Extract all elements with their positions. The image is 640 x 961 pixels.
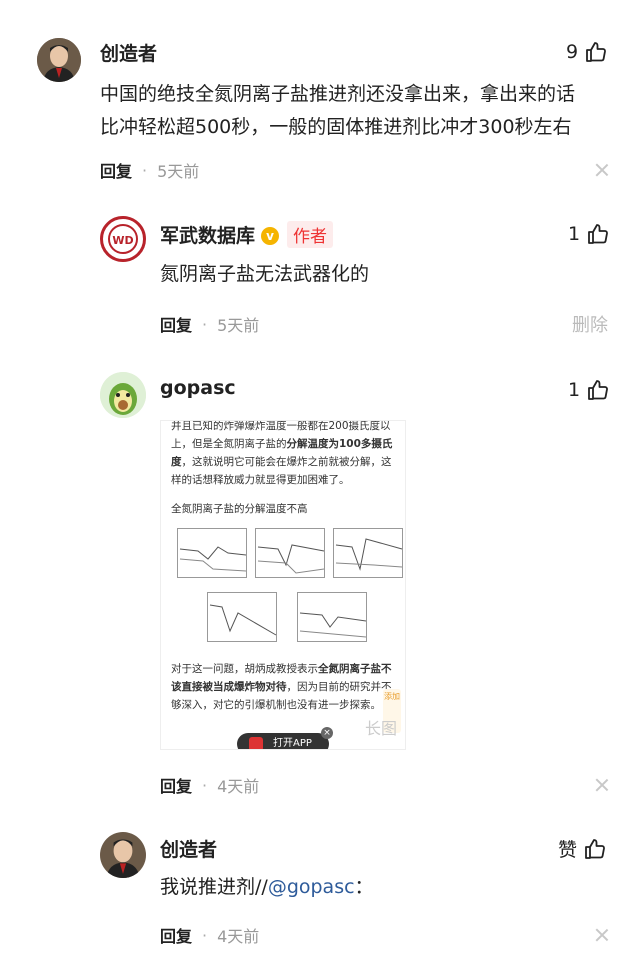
- close-icon[interactable]: [595, 778, 609, 792]
- commenter-name[interactable]: 军武数据库 v 作者: [160, 221, 334, 248]
- avatar[interactable]: WD: [100, 216, 146, 262]
- svg-text:WD: WD: [112, 234, 133, 247]
- mention-link[interactable]: @gopasc: [268, 876, 355, 898]
- like-count: 9: [566, 41, 579, 63]
- author-badge: 作者: [287, 221, 334, 248]
- image-paragraph: 对于这一问题，胡炳成教授表示全氮阴离子盐不该直接被当成爆炸物对待，因为目前的研究…: [171, 663, 392, 711]
- timestamp: 4天前: [217, 777, 260, 796]
- verified-icon: v: [261, 227, 280, 245]
- separator-dot: ·: [202, 775, 208, 795]
- avatar[interactable]: [100, 832, 146, 878]
- close-icon[interactable]: [595, 928, 609, 942]
- timestamp: 4天前: [217, 927, 260, 946]
- comment-meta: 回复 · 4天前: [160, 923, 259, 947]
- separator-dot: ·: [202, 925, 208, 945]
- comment-text: 氮阴离子盐无法武器化的: [160, 263, 370, 285]
- comment-meta: 回复 · 4天前: [160, 773, 259, 797]
- thumbs-up-icon: [588, 224, 608, 244]
- open-app-button[interactable]: 打开APP ×: [237, 727, 333, 749]
- avatar[interactable]: [37, 38, 81, 82]
- plot-panel: [333, 528, 403, 578]
- plot-panel: [207, 592, 277, 642]
- thumbs-up-icon: [588, 380, 608, 400]
- long-image-tag: 长图: [364, 719, 397, 738]
- like-label: 赞: [558, 839, 578, 861]
- comment-image[interactable]: 并且已知的炸弹爆炸温度一般都在200摄氏度以上，但是全氮阴离子盐的分解温度为10…: [160, 420, 406, 750]
- plot-panel: [297, 592, 367, 642]
- separator-dot: ·: [142, 160, 148, 180]
- comment-text: 我说推进剂//@gopasc：: [160, 876, 374, 898]
- plot-panel: [177, 528, 247, 578]
- comment-meta: 回复 · 5天前: [160, 312, 259, 336]
- timestamp: 5天前: [157, 162, 200, 181]
- reply-button[interactable]: 回复: [100, 158, 132, 182]
- thumbs-up-icon: [586, 42, 606, 62]
- like-count: 1: [568, 379, 581, 401]
- comment-meta: 回复 · 5天前: [100, 158, 199, 182]
- like-button[interactable]: 1: [568, 222, 610, 246]
- close-icon[interactable]: [595, 163, 609, 177]
- like-button[interactable]: 1: [568, 378, 610, 402]
- image-paragraph: 并且已知的炸弹爆炸温度一般都在200摄氏度以上，但是全氮阴离子盐的分解温度为10…: [171, 420, 393, 486]
- thumbs-up-icon: [585, 838, 605, 859]
- separator-dot: ·: [202, 314, 208, 334]
- app-icon: [249, 737, 263, 749]
- comment-text: 中国的绝技全氮阴离子盐推进剂还没拿出来，拿出来的话 比冲轻松超500秒，一般的固…: [100, 83, 576, 138]
- plot-panel: [255, 528, 325, 578]
- reply-button[interactable]: 回复: [160, 923, 192, 947]
- delete-button[interactable]: 删除: [572, 311, 608, 337]
- like-button[interactable]: 赞: [558, 835, 607, 862]
- close-icon[interactable]: ×: [321, 727, 333, 739]
- reply-button[interactable]: 回复: [160, 773, 192, 797]
- avatar[interactable]: [100, 372, 146, 418]
- timestamp: 5天前: [217, 316, 260, 335]
- commenter-name[interactable]: 创造者: [160, 835, 217, 862]
- like-button[interactable]: 9: [566, 40, 608, 64]
- reply-button[interactable]: 回复: [160, 312, 192, 336]
- commenter-name[interactable]: gopasc: [160, 377, 236, 399]
- like-count: 1: [568, 223, 581, 245]
- commenter-name[interactable]: 创造者: [100, 39, 157, 66]
- figure-title: 全氮阴离子盐的分解温度不高: [171, 503, 308, 515]
- figure-plots: [167, 524, 403, 652]
